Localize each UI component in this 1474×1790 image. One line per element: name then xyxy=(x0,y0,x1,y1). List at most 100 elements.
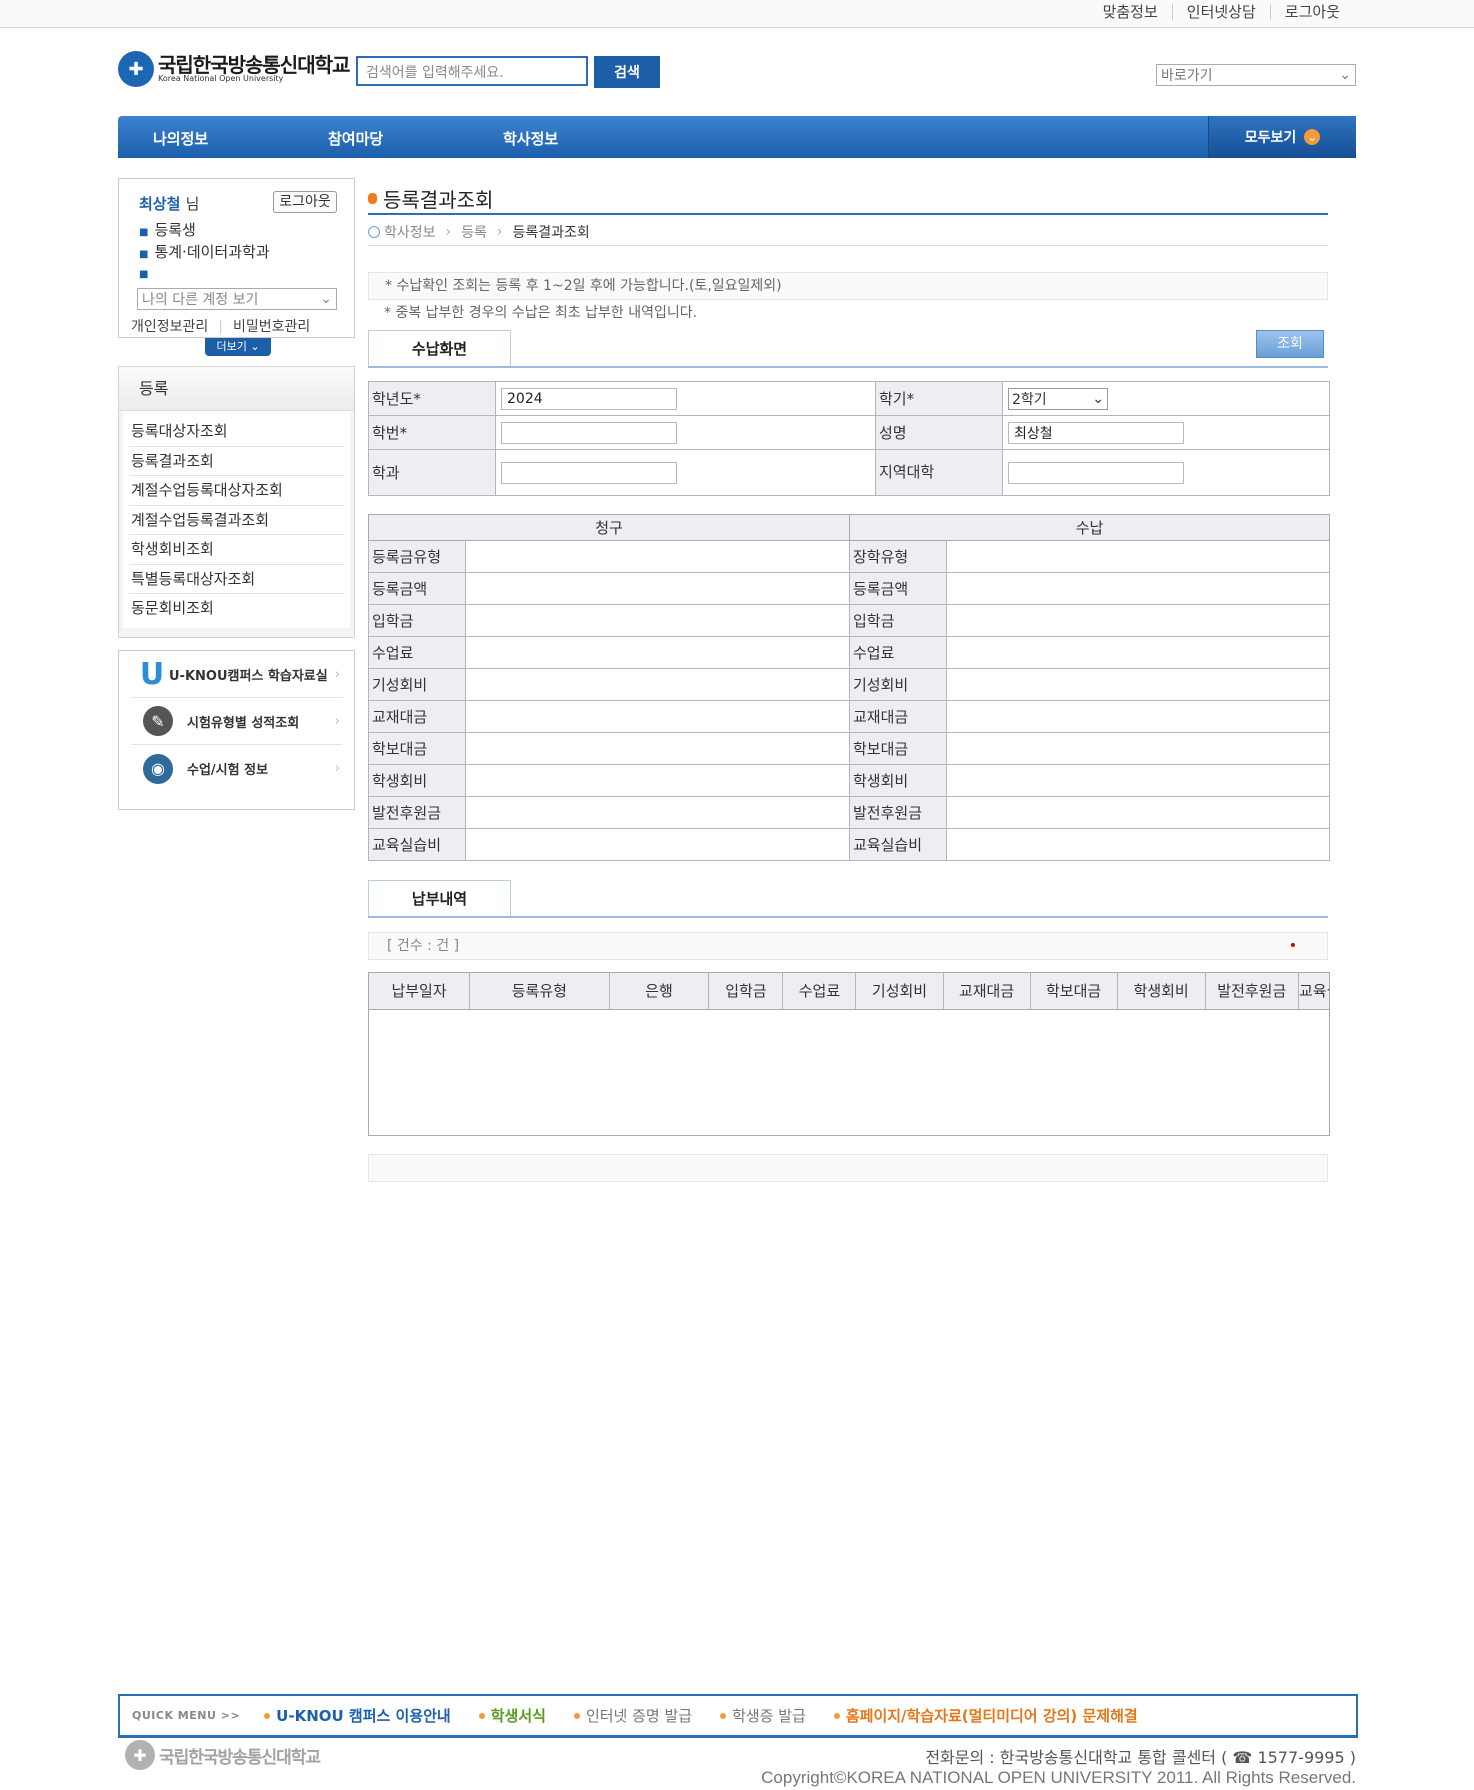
semester-select[interactable]: 2학기 ⌄ xyxy=(1008,387,1108,410)
user-honorific: 님 xyxy=(185,195,200,213)
bullet-icon xyxy=(573,1712,580,1719)
bullet-icon xyxy=(264,1712,271,1719)
table-row: 수업료 수업료 xyxy=(368,636,1330,669)
chevron-down-circle-icon: ⌄ xyxy=(1304,129,1321,145)
tab-payment[interactable]: 수납화면 xyxy=(368,330,511,368)
paid-label: 발전후원금 xyxy=(849,796,947,829)
top-link-online-counsel[interactable]: 인터넷상담 xyxy=(1171,4,1270,20)
bullet-icon xyxy=(478,1712,485,1719)
paid-label: 학보대금 xyxy=(849,732,947,765)
paid-label: 수업료 xyxy=(849,636,947,669)
more-label: 더보기 xyxy=(216,340,247,353)
column-header: 교재대금 xyxy=(943,973,1031,1010)
university-logo[interactable]: ✚ 국립한국방송통신대학교 Korea National Open Univer… xyxy=(118,50,350,88)
chevron-right-icon: › xyxy=(334,666,340,682)
charge-label: 교재대금 xyxy=(368,700,466,733)
banner-u-campus[interactable]: U U-KNOU캠퍼스 학습자료실 › xyxy=(131,651,342,698)
chevron-right-icon: › xyxy=(496,224,503,240)
search-button[interactable]: 검색 xyxy=(594,56,660,88)
quick-menu-label: QUICK MENU >> xyxy=(132,1709,241,1722)
submenu-list: 등록대상자조회 등록결과조회 계절수업등록대상자조회 계절수업등록결과조회 학생… xyxy=(123,411,350,628)
other-account-select-value: 나의 다른 계정 보기 xyxy=(142,292,259,308)
name-label: 성명 xyxy=(875,415,1003,450)
paid-label: 장학유형 xyxy=(849,540,947,573)
u-campus-icon: U xyxy=(137,657,167,692)
sidebar-item-registration-result[interactable]: 등록결과조회 xyxy=(129,447,344,476)
chevron-down-icon: ⌄ xyxy=(1092,390,1104,407)
quick-link-label: 인터넷 증명 발급 xyxy=(585,1707,693,1725)
page-title: 등록결과조회 xyxy=(368,184,493,213)
sidebar-item-seasonal-target[interactable]: 계절수업등록대상자조회 xyxy=(129,476,344,506)
tab-divider xyxy=(368,916,1328,918)
sidebar-submenu: 등록 등록대상자조회 등록결과조회 계절수업등록대상자조회 계절수업등록결과조회… xyxy=(118,366,355,638)
nav-item-academic-info[interactable]: 학사정보 xyxy=(503,128,558,149)
name-input[interactable]: 최상철 xyxy=(1008,421,1184,444)
charge-label: 학생회비 xyxy=(368,764,466,797)
charge-label: 학보대금 xyxy=(368,732,466,765)
user-status: ■ 등록생 xyxy=(139,219,196,240)
logo-korean-name: 국립한국방송통신대학교 xyxy=(158,53,350,77)
semester-label: 학기* xyxy=(875,381,1003,416)
top-link-logout[interactable]: 로그아웃 xyxy=(1269,4,1354,20)
sidebar-logout-button[interactable]: 로그아웃 xyxy=(273,191,337,213)
view-all-button[interactable]: 모두보기 ⌄ xyxy=(1208,116,1356,158)
banner-label: 시험유형별 성적조회 xyxy=(187,715,300,731)
banner-class-exam-info[interactable]: ◉ 수업/시험 정보 › xyxy=(131,745,342,792)
student-no-label: 학번* xyxy=(368,415,496,450)
quick-link-label: 홈페이지/학습자료(멀티미디어 강의) 문제해결 xyxy=(845,1707,1138,1725)
bullet-icon xyxy=(833,1712,840,1719)
quick-link-certificate[interactable]: 인터넷 증명 발급 xyxy=(573,1705,693,1726)
chevron-down-icon: ⌄ xyxy=(320,291,332,307)
table-row: 학생회비 학생회비 xyxy=(368,764,1330,797)
quick-link-campus-guide[interactable]: U-KNOU 캠퍼스 이용안내 xyxy=(264,1705,451,1726)
sidebar-item-registration-target[interactable]: 등록대상자조회 xyxy=(129,417,344,447)
bill-header-paid: 수납 xyxy=(849,514,1330,541)
headset-icon: ◉ xyxy=(143,753,173,784)
bottom-bar xyxy=(368,1154,1328,1182)
quick-link-forms[interactable]: 학생서식 xyxy=(478,1705,546,1726)
sidebar-item-alumni-fee[interactable]: 동문회비조회 xyxy=(129,594,344,624)
profile-link[interactable]: 개인정보관리 xyxy=(131,319,208,335)
breadcrumb-item[interactable]: 등록 xyxy=(461,222,487,242)
user-info-box: 최상철 님 로그아웃 ■ 등록생 ■ 통계·데이터과학과 ■ 나의 다른 계정 보기… xyxy=(118,178,355,338)
tab-payment-history[interactable]: 납부내역 xyxy=(368,880,511,918)
nav-item-participation[interactable]: 참여마당 xyxy=(328,128,383,149)
table-row: 입학금 입학금 xyxy=(368,604,1330,637)
column-header: 학생회비 xyxy=(1117,973,1206,1010)
quick-menu: QUICK MENU >> U-KNOU 캠퍼스 이용안내 학생서식 인터넷 증… xyxy=(118,1694,1358,1738)
dept-input[interactable] xyxy=(501,461,677,484)
banner-label: U-KNOU캠퍼스 학습자료실 xyxy=(169,668,328,684)
top-link-custom-info[interactable]: 맞춤정보 xyxy=(1089,4,1172,20)
query-button[interactable]: 조회 xyxy=(1256,330,1324,358)
year-input[interactable]: 2024 xyxy=(501,387,677,410)
banner-exam-grades[interactable]: ✎ 시험유형별 성적조회 › xyxy=(131,698,342,745)
student-no-input[interactable] xyxy=(501,421,677,444)
chevron-right-icon: › xyxy=(445,224,452,240)
dept-label: 학과 xyxy=(368,449,496,496)
sidebar-item-special-target[interactable]: 특별등록대상자조회 xyxy=(129,565,344,594)
tab-divider xyxy=(368,366,1328,368)
user-dept: ■ 통계·데이터과학과 xyxy=(139,241,270,262)
footer-logo-text: 국립한국방송통신대학교 xyxy=(159,1747,321,1768)
sidebar-item-seasonal-result[interactable]: 계절수업등록결과조회 xyxy=(129,506,344,535)
more-button[interactable]: 더보기 ⌄ xyxy=(205,338,271,356)
quick-link-troubleshoot[interactable]: 홈페이지/학습자료(멀티미디어 강의) 문제해결 xyxy=(833,1705,1138,1726)
sidebar-item-student-fee[interactable]: 학생회비조회 xyxy=(129,535,344,565)
password-link[interactable]: 비밀번호관리 xyxy=(233,319,310,335)
other-account-select[interactable]: 나의 다른 계정 보기 ⌄ xyxy=(137,288,337,310)
chevron-right-icon: › xyxy=(334,713,340,729)
nav-item-my-info[interactable]: 나의정보 xyxy=(153,128,208,149)
user-status-text: 등록생 xyxy=(154,221,196,239)
user-dept-text: 통계·데이터과학과 xyxy=(154,243,270,261)
search-form-table: 학년도* 2024 학기* 2학기 ⌄ 학번* 성명 최상철 학과 지역대학 xyxy=(368,381,1330,496)
region-input[interactable] xyxy=(1008,461,1184,484)
breadcrumb: 학사정보 › 등록 › 등록결과조회 xyxy=(368,222,590,242)
breadcrumb-item[interactable]: 학사정보 xyxy=(384,222,436,242)
paid-label: 교육실습비 xyxy=(849,828,947,861)
column-header: 학보대금 xyxy=(1030,973,1118,1010)
quick-link-student-id[interactable]: 학생증 발급 xyxy=(720,1705,806,1726)
sidebar-banners: U U-KNOU캠퍼스 학습자료실 › ✎ 시험유형별 성적조회 › ◉ 수업/… xyxy=(118,650,355,810)
quick-link-select[interactable]: 바로가기 ⌄ xyxy=(1156,64,1356,86)
search-input[interactable]: 검색어를 입력해주세요. xyxy=(356,56,588,86)
table-row: 학보대금 학보대금 xyxy=(368,732,1330,765)
